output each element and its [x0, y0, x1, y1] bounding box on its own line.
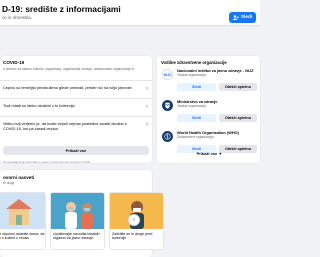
- tips-heading: ovorni nasveti: [3, 175, 35, 180]
- page-title: D-19: središte z informacijami: [2, 4, 121, 14]
- faq-item[interactable]: Cepivo so temeljito preizkušeno glede va…: [0, 80, 152, 98]
- health-orgs-card: Vodilne zdravstvene organizacije NIJZ Na…: [157, 56, 260, 163]
- chevron-right-icon: ›: [146, 122, 148, 128]
- faq-item-text: Cepivo so temeljito preizkušeno glede va…: [3, 85, 132, 90]
- health-authority-illustration: [51, 193, 104, 229]
- org-type: Vladna organizacija: [177, 104, 206, 108]
- follow-button[interactable]: Sledi: [229, 12, 256, 23]
- org-type: Vladna organizacija: [177, 73, 206, 77]
- chevron-right-icon: ›: [133, 217, 135, 223]
- tip-illustration: [51, 193, 104, 229]
- faq-show-all-button[interactable]: Prikaži vse: [3, 146, 149, 155]
- page-header: D-19: središte z informacijami ce is obv…: [0, 0, 260, 26]
- org-follow-button[interactable]: Sledi: [177, 83, 216, 91]
- org-type: Zdravstvena organizacija: [177, 135, 214, 139]
- carousel-next-button[interactable]: ›: [128, 214, 140, 226]
- page-subtitle: ce is obvestila.: [2, 15, 33, 20]
- tip-caption: Upoštevajte navodila lokalnih organov za…: [53, 232, 100, 241]
- orgs-show-all-button[interactable]: Prikaži vse ▾: [189, 149, 229, 158]
- who-logo[interactable]: [162, 131, 173, 142]
- follow-icon: [232, 15, 239, 20]
- chevron-right-icon: ›: [146, 86, 148, 92]
- org-item: Ministrstvo za zdravje Vladna organizaci…: [157, 96, 260, 127]
- orgs-show-all-label: Prikaži vse: [196, 151, 218, 156]
- org-visit-website-button[interactable]: Obišči spletno: [219, 114, 257, 122]
- faq-item-text: Veliko bolj verjetno je, da boste virpel…: [3, 121, 127, 131]
- follow-button-label: Sledi: [240, 15, 253, 20]
- tip-caption: li ste okuženi ostanite doma, da ne b s …: [0, 232, 45, 241]
- faq-item[interactable]: Veliko bolj verjetno je, da boste virpel…: [0, 116, 152, 140]
- org-item: NIJZ Nacionalni inštitut za javno zdravj…: [157, 65, 260, 96]
- faq-card: COVID-19 e centrov za nadzor bolezni, or…: [0, 56, 152, 163]
- faq-disclaimer: za opredeljevanje informacij o cepivu za…: [3, 160, 91, 164]
- org-follow-button[interactable]: Sledi: [177, 114, 216, 122]
- faq-subheading: e centrov za nadzor bolezni, organizacij…: [3, 67, 135, 71]
- tips-subheading: Ki drugi: [3, 181, 15, 185]
- tip-card[interactable]: Upoštevajte navodila lokalnih organov za…: [50, 192, 105, 250]
- nijz-logo[interactable]: NIJZ: [162, 69, 173, 80]
- coat-of-arms-icon: [165, 102, 170, 109]
- tip-illustration: [0, 193, 45, 229]
- org-visit-website-button[interactable]: Obišči spletno: [219, 83, 257, 91]
- ministry-logo[interactable]: [162, 100, 173, 111]
- faq-item[interactable]: Tudi mladi so lahko okuženi z to bolezni…: [0, 98, 152, 116]
- faq-item-text: Tudi mladi so lahko okuženi z to bolezni…: [3, 103, 75, 108]
- chevron-down-icon: ▾: [219, 151, 222, 156]
- stay-home-illustration: [0, 193, 45, 229]
- chevron-right-icon: ›: [146, 104, 148, 110]
- faq-heading: COVID-19: [3, 60, 25, 65]
- tip-caption: Zaščitite se in druge pred boleznijo: [112, 232, 153, 241]
- who-emblem-icon: [164, 133, 171, 140]
- tip-card[interactable]: li ste okuženi ostanite doma, da ne b s …: [0, 192, 46, 250]
- tips-card: ovorni nasveti Ki drugi li ste okuženi o…: [0, 170, 164, 257]
